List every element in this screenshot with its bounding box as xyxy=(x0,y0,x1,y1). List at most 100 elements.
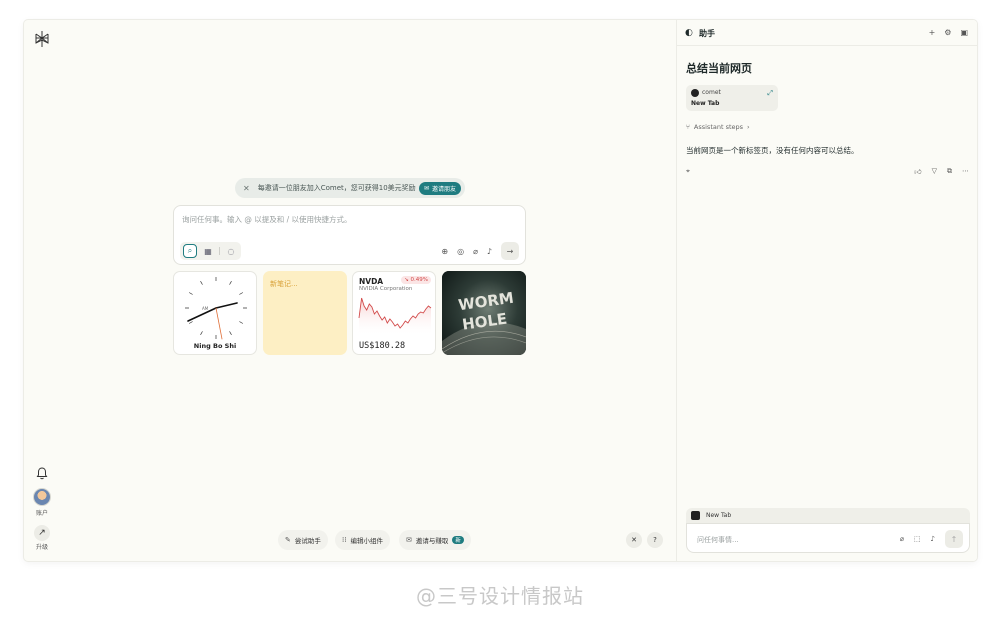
mail-icon: ✉ xyxy=(423,184,429,192)
research-mode-icon[interactable]: ▦ xyxy=(201,244,215,258)
main-area: ✕ 每邀请一位朋友加入Comet，您可获得10美元奖励 ✉ 邀请朋友 询问任何事… xyxy=(60,20,676,561)
stock-company: NVIDIA Corporation xyxy=(359,286,413,292)
clock-face: AM xyxy=(185,277,247,340)
ask-send-button[interactable]: ↑ xyxy=(945,530,963,548)
help-button[interactable]: ? xyxy=(647,532,663,548)
clock-minute-hand xyxy=(215,302,238,309)
invite-earn-button[interactable]: ✉ 邀请与赚取 新 xyxy=(399,530,471,550)
send-button[interactable]: → xyxy=(501,242,519,260)
help-icon: ? xyxy=(653,536,657,544)
ask-input[interactable]: 问任何事情... xyxy=(697,535,739,545)
account-label: 账户 xyxy=(35,510,48,517)
stock-sparkline xyxy=(358,297,432,336)
attach-icon[interactable]: ⌀ xyxy=(900,535,904,543)
stock-symbol: NVDA xyxy=(359,277,384,286)
source-name: comet xyxy=(702,89,721,96)
steps-label: Assistant steps xyxy=(693,123,744,131)
chevron-right-icon: › xyxy=(747,123,750,131)
clock-ampm: AM xyxy=(202,306,209,311)
edit-widgets-button[interactable]: ⁞⁞ 编辑小组件 xyxy=(335,530,390,550)
source-card[interactable]: comet New Tab ⤢ xyxy=(686,85,778,111)
perplexity-logo-icon[interactable] xyxy=(33,30,51,48)
search-input[interactable]: 询问任何事。输入 @ 以提及和 / 以使用快捷方式。 xyxy=(182,214,352,225)
clock-tick xyxy=(239,321,244,324)
clock-tick xyxy=(200,331,203,336)
context-tab-chip[interactable]: New Tab xyxy=(686,508,970,523)
attach-icon[interactable]: ⌀ xyxy=(473,247,478,256)
arrow-up-right-icon: ↗ xyxy=(38,528,46,538)
model-icon[interactable]: ◎ xyxy=(457,247,464,256)
note-widget[interactable]: 新笔记... xyxy=(263,271,347,355)
plus-icon[interactable]: + xyxy=(929,28,936,37)
invite-earn-label: 邀请与赚取 xyxy=(415,537,449,545)
clock-tick xyxy=(239,292,244,295)
new-badge: 新 xyxy=(452,536,464,544)
stock-change: ↘ 0.49% xyxy=(401,276,431,284)
assistant-logo-icon: ◐ xyxy=(685,28,693,38)
source-page: New Tab xyxy=(691,100,720,107)
note-text: 新笔记... xyxy=(270,280,298,288)
arrow-right-icon: → xyxy=(506,246,514,256)
bottom-toolbar: ✎ 尝试助手 ⁞⁞ 编辑小组件 ✉ 邀请与赚取 新 ✕ ? xyxy=(60,530,676,550)
invite-friends-label: 邀请朋友 xyxy=(431,185,456,193)
try-assistant-label: 尝试助手 xyxy=(294,537,321,545)
try-assistant-button[interactable]: ✎ 尝试助手 xyxy=(278,530,328,550)
question-title: 总结当前网页 xyxy=(686,62,752,75)
clock-tick xyxy=(200,280,203,285)
mode-selector: ⌕ ▦ ◌ xyxy=(180,242,241,260)
expand-icon[interactable]: ⤢ xyxy=(767,89,773,98)
clock-widget[interactable]: AM Ning Bo Shi xyxy=(173,271,257,355)
assistant-icon: ✎ xyxy=(285,536,291,544)
microphone-icon[interactable]: ♪ xyxy=(487,247,492,256)
tab-favicon-icon xyxy=(691,511,700,520)
grid-icon: ⁞⁞ xyxy=(342,536,347,544)
browser-window: 账户 ↗ 升级 ✕ 每邀请一位朋友加入Comet，您可获得10美元奖励 ✉ 邀请… xyxy=(24,20,977,561)
close-panel-icon[interactable]: ▣ xyxy=(960,28,968,37)
widget-row: AM Ning Bo Shi 新笔记... NVDA NVIDIA Corpor… xyxy=(173,271,526,355)
comet-icon xyxy=(691,89,699,97)
thumbs-down-icon[interactable]: ▽ xyxy=(932,167,937,176)
pin-icon[interactable]: ⌖ xyxy=(686,167,690,176)
translate-icon: ✕ xyxy=(631,536,637,544)
answer-toolbar: ⌖ 👍︎ ▽ ⧉ ⋯ xyxy=(686,167,969,177)
ask-tools: ⌀ ⬚ ♪ ↑ xyxy=(900,530,963,548)
thumbs-up-icon[interactable]: 👍︎ xyxy=(914,167,921,176)
panel-header: ◐ 助手 + ⚙ ▣ xyxy=(677,20,977,46)
microphone-icon[interactable]: ♪ xyxy=(931,535,935,543)
mail-icon: ✉ xyxy=(406,536,412,544)
lightbulb-icon[interactable]: ◌ xyxy=(224,244,238,258)
watermark: @三号设计情报站 xyxy=(416,584,584,608)
search-box[interactable]: 询问任何事。输入 @ 以提及和 / 以使用快捷方式。 ⌕ ▦ ◌ ⊕ ◎ ⌀ ♪… xyxy=(173,205,526,265)
upgrade-button[interactable]: ↗ xyxy=(34,525,50,541)
stock-widget[interactable]: NVDA NVIDIA Corporation ↘ 0.49% US$180.2… xyxy=(352,271,436,355)
screenshot-icon[interactable]: ⬚ xyxy=(914,535,921,543)
close-icon[interactable]: ✕ xyxy=(243,184,250,193)
search-tools: ⊕ ◎ ⌀ ♪ → xyxy=(441,242,519,260)
settings-icon[interactable]: ⚙ xyxy=(944,28,951,37)
invite-friends-button[interactable]: ✉ 邀请朋友 xyxy=(418,181,461,195)
search-mode-icon[interactable]: ⌕ xyxy=(183,244,197,258)
ask-box[interactable]: 问任何事情... ⌀ ⬚ ♪ ↑ xyxy=(686,523,970,553)
clock-tick xyxy=(229,280,232,285)
translate-button[interactable]: ✕ xyxy=(626,532,642,548)
copy-icon[interactable]: ⧉ xyxy=(947,167,952,176)
invite-banner: ✕ 每邀请一位朋友加入Comet，您可获得10美元奖励 ✉ 邀请朋友 xyxy=(235,178,465,198)
panel-title: 助手 xyxy=(699,29,715,38)
clock-city: Ning Bo Shi xyxy=(193,342,237,350)
left-rail: 账户 ↗ 升级 xyxy=(24,20,60,561)
stock-price: US$180.28 xyxy=(359,341,406,351)
stock-change-value: 0.49% xyxy=(410,277,428,283)
globe-icon[interactable]: ⊕ xyxy=(441,247,448,256)
wormhole-widget[interactable]: WORM HOLE xyxy=(442,271,526,355)
arrow-up-icon: ↑ xyxy=(950,534,958,544)
assistant-steps[interactable]: ⑂ Assistant steps › xyxy=(686,123,750,131)
avatar[interactable] xyxy=(33,488,51,506)
bell-icon[interactable] xyxy=(36,467,48,480)
assistant-panel: ◐ 助手 + ⚙ ▣ 总结当前网页 comet New Tab ⤢ ⑂ Assi… xyxy=(676,20,977,561)
more-icon[interactable]: ⋯ xyxy=(962,167,969,176)
branch-icon: ⑂ xyxy=(686,123,690,131)
clock-second-hand xyxy=(215,307,223,340)
context-tab-label: New Tab xyxy=(706,512,732,519)
upgrade-label: 升级 xyxy=(35,544,48,551)
clock-tick xyxy=(229,331,232,336)
